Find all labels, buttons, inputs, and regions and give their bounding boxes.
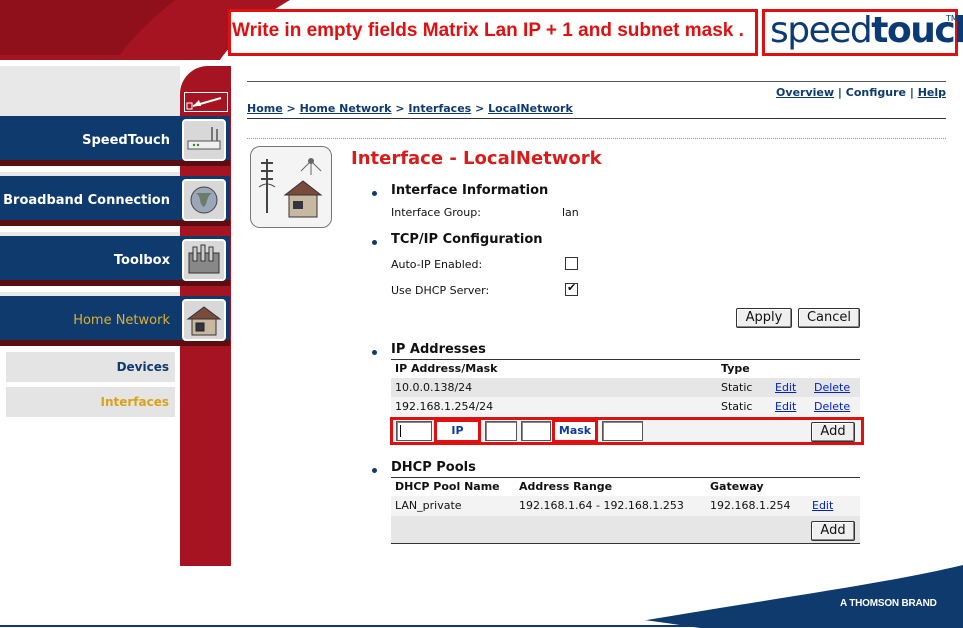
ip-octet-3-input[interactable] (485, 421, 517, 441)
table-row: LAN_private 192.168.1.64 - 192.168.1.253… (391, 496, 860, 516)
network-interface-icon (250, 146, 332, 228)
sidebar-item-label: Home Network (73, 313, 170, 328)
mask-callout-label: Mask (552, 419, 598, 443)
ip-address-cell: 192.168.1.254/24 (395, 400, 494, 413)
delete-link[interactable]: Delete (814, 400, 850, 413)
breadcrumb-separator: > (395, 102, 405, 115)
toolbox-icon (182, 239, 226, 281)
page-title: Interface - LocalNetwork (351, 148, 602, 169)
sidebar-subitem-interfaces[interactable]: Interfaces (6, 387, 175, 417)
apply-button[interactable]: Apply (736, 308, 792, 328)
breadcrumb-divider (247, 118, 946, 119)
overview-link[interactable]: Overview (776, 86, 834, 99)
ip-callout-label: IP (434, 419, 481, 443)
column-header: DHCP Pool Name (395, 480, 500, 493)
ip-addresses-heading: IP Addresses (391, 342, 486, 357)
configure-link[interactable]: Configure (846, 86, 906, 99)
globe-icon (182, 179, 226, 221)
brand-logo: speedtouch (770, 10, 963, 51)
sidebar-item-label: SpeedTouch (82, 133, 170, 148)
column-header: Address Range (519, 480, 613, 493)
table-row: 192.168.1.254/24 Static Edit Delete (391, 397, 860, 416)
add-dhcp-pool-button[interactable]: Add (811, 521, 855, 541)
sidebar-top-strip (0, 66, 180, 116)
pool-name-cell: LAN_private (395, 499, 462, 512)
dhcp-table-header: DHCP Pool Name Address Range Gateway (391, 477, 860, 494)
breadcrumb-home-network[interactable]: Home Network (300, 102, 392, 115)
gateway-cell: 192.168.1.254 (710, 499, 791, 512)
breadcrumb: Home > Home Network > Interfaces > Local… (247, 102, 573, 115)
interface-group-value: lan (562, 206, 579, 219)
ip-octet-4-input[interactable] (521, 421, 551, 441)
auto-ip-label: Auto-IP Enabled: (391, 258, 483, 271)
breadcrumb-interfaces[interactable]: Interfaces (408, 102, 471, 115)
ip-address-cell: 10.0.0.138/24 (395, 381, 473, 394)
section-bullet (372, 240, 377, 245)
router-icon (182, 119, 226, 161)
tcpip-configuration-heading: TCP/IP Configuration (391, 232, 543, 247)
top-navigation: Overview | Configure | Help (776, 86, 946, 99)
sidebar-item-broadband-connection[interactable]: Broadband Connection (0, 176, 230, 226)
type-cell: Static (721, 381, 753, 394)
dotted-divider (247, 138, 946, 139)
dhcp-pools-heading: DHCP Pools (391, 460, 476, 475)
breadcrumb-separator: > (475, 102, 485, 115)
breadcrumb-home[interactable]: Home (247, 102, 283, 115)
auto-ip-checkbox[interactable] (565, 257, 578, 270)
ip-octet-1-input[interactable] (396, 421, 432, 441)
column-header: IP Address/Mask (395, 362, 498, 375)
logout-arrow-icon (186, 97, 222, 110)
breadcrumb-local-network[interactable]: LocalNetwork (488, 102, 573, 115)
delete-link[interactable]: Delete (814, 381, 850, 394)
edit-link[interactable]: Edit (775, 400, 796, 413)
sidebar-subitem-devices[interactable]: Devices (6, 352, 175, 382)
edit-link[interactable]: Edit (812, 499, 833, 512)
dhcp-server-label: Use DHCP Server: (391, 284, 490, 297)
interface-information-heading: Interface Information (391, 183, 549, 198)
section-bullet (372, 191, 377, 196)
sidebar-item-speedtouch[interactable]: SpeedTouch (0, 116, 230, 166)
sidebar-item-home-network[interactable]: Home Network (0, 296, 230, 346)
dhcp-server-checkbox[interactable] (565, 281, 578, 296)
interface-group-label: Interface Group: (391, 206, 481, 219)
address-range-cell: 192.168.1.64 - 192.168.1.253 (519, 499, 684, 512)
sidebar-subitem-label: Devices (116, 360, 169, 374)
add-ip-button[interactable]: Add (811, 422, 855, 442)
type-cell: Static (721, 400, 753, 413)
logout-icon[interactable] (184, 92, 228, 112)
column-header: Gateway (710, 480, 764, 493)
ip-table-header: IP Address/Mask Type (391, 359, 860, 376)
table-row: 10.0.0.138/24 Static Edit Delete (391, 378, 860, 397)
section-bullet (372, 468, 377, 473)
separator: | (837, 86, 842, 99)
thomson-brand-footer: A THOMSON BRAND (840, 598, 937, 609)
section-bullet (372, 350, 377, 355)
sidebar-item-toolbox[interactable]: Toolbox (0, 236, 230, 286)
header-divider (247, 81, 946, 82)
sidebar-red-band-lower (180, 340, 231, 566)
trademark-mark: TM (946, 14, 958, 23)
separator: | (909, 86, 914, 99)
sidebar-item-label: Toolbox (113, 253, 170, 268)
breadcrumb-separator: > (286, 102, 296, 115)
edit-link[interactable]: Edit (775, 381, 796, 394)
sidebar-subitem-label: Interfaces (100, 395, 169, 409)
sidebar-item-label: Broadband Connection (3, 193, 170, 208)
column-header: Type (721, 362, 750, 375)
house-icon (182, 299, 226, 341)
dhcp-add-row (391, 516, 860, 544)
subnet-mask-input[interactable] (602, 421, 643, 441)
instruction-callout-text: Write in empty fields Matrix Lan IP + 1 … (232, 20, 744, 41)
help-link[interactable]: Help (918, 86, 946, 99)
cancel-button[interactable]: Cancel (798, 308, 860, 328)
